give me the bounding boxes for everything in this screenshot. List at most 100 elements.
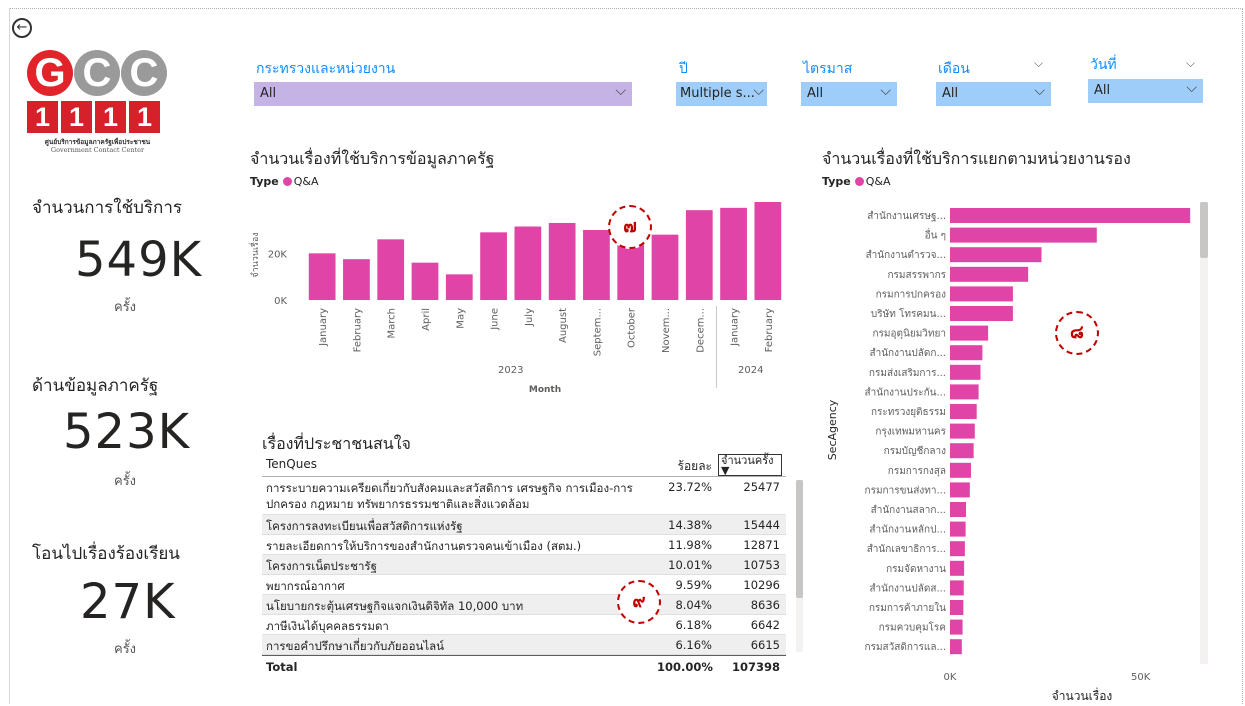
- slicer-month-title: เดือน: [938, 61, 970, 77]
- gcc-logo: G C C 1 1 1 1 ศูนย์บริการข้อมูลภาครัฐเพื…: [20, 48, 175, 176]
- chart1-bar: [651, 234, 679, 300]
- chart2-scrollbar[interactable]: [1200, 202, 1208, 664]
- chart1-xtick: January: [730, 308, 741, 347]
- chart2-bar: [950, 384, 979, 400]
- chart2-bar: [950, 443, 974, 459]
- slicer-month-dropdown[interactable]: All ⌵: [936, 82, 1051, 106]
- total-count: 107398: [731, 660, 780, 674]
- row-count: 25477: [743, 480, 780, 494]
- monthly-usage-chart: จำนวนเรื่อง 0K 20K January February March Apri…: [248, 202, 782, 395]
- slicer-quarter-value: All: [807, 86, 824, 101]
- chevron-down-icon: ⌵: [753, 83, 764, 99]
- chevron-down-icon: ⌵: [615, 83, 626, 99]
- row-count: 6615: [750, 638, 780, 652]
- annotation-marker-7: ๗: [608, 205, 652, 249]
- table-row[interactable]: นโยบายกระตุ้นเศรษฐกิจแจกเงินดิจิทัล 10,0…: [262, 595, 786, 615]
- table-row[interactable]: รายละเอียดการให้บริการของสำนักงานตรวจคนเ…: [262, 535, 786, 555]
- chart1-bar: [754, 202, 782, 300]
- chart2-bar: [950, 462, 971, 478]
- kpi-complaint-unit: ครั้ง: [114, 642, 137, 657]
- table-row[interactable]: การระบายความเครียดเกี่ยวกับสังคมและสวัสด…: [262, 477, 786, 515]
- chart1-year-label: 2024: [738, 365, 763, 376]
- chart1-ytick: 20K: [268, 249, 288, 260]
- col-header-question[interactable]: TenQues: [266, 457, 317, 471]
- chart1-xlabel: Month: [529, 385, 561, 395]
- slicer-year-dropdown[interactable]: Multiple s... ⌵: [676, 82, 767, 106]
- chart1-xtick: Novem...: [661, 308, 672, 353]
- row-question: ภาษีเงินได้บุคคลธรรมดา: [266, 619, 389, 633]
- chart1-bar: [308, 253, 336, 300]
- chart2-scroll-thumb[interactable]: [1200, 202, 1208, 258]
- chart1-xtick: February: [764, 308, 775, 352]
- chart1-bar: [720, 207, 747, 300]
- chart1-ytick: 0K: [274, 296, 287, 307]
- logo-digit: 1: [129, 101, 160, 133]
- slicer-date-dropdown[interactable]: All ⌵: [1088, 79, 1203, 103]
- chart2-bar: [950, 580, 964, 596]
- logo-letter-c2: C: [121, 50, 167, 96]
- table-scroll-thumb[interactable]: [796, 480, 803, 598]
- chart1-xtick: Decem...: [695, 308, 706, 353]
- chart1-bar: [343, 259, 370, 300]
- chart2-bar: [950, 208, 1191, 223]
- slicer-month-expand-icon[interactable]: ⌵: [1034, 56, 1043, 71]
- table-row[interactable]: พยากรณ์อากาศ 9.59% 10296: [262, 575, 786, 595]
- chart1-legend: Type Q&A: [250, 175, 318, 188]
- chart2-ytick: กระทรวงยุติธรรม: [871, 407, 946, 418]
- chart2-ytick: สำนักงานตำรวจ...: [866, 250, 946, 261]
- slicer-date-expand-icon[interactable]: ⌵: [1186, 56, 1195, 71]
- chart2-ytick: กรมสรรพากร: [888, 270, 947, 281]
- row-question: พยากรณ์อากาศ: [266, 579, 345, 593]
- table-row[interactable]: โครงการลงทะเบียนเพื่อสวัสดิการแห่งรัฐ 14.…: [262, 515, 786, 535]
- chart2-xtick: 50K: [1131, 672, 1151, 683]
- chart2-bar: [950, 482, 970, 498]
- chevron-down-icon: ⌵: [880, 83, 891, 99]
- logo-digit: 1: [95, 101, 126, 133]
- row-question: การขอคำปรึกษาเกี่ยวกับภัยออนไลน์: [266, 639, 445, 653]
- logo-letter-c1: C: [74, 50, 120, 96]
- row-percent: 8.04%: [675, 598, 712, 612]
- row-count: 6642: [750, 618, 780, 632]
- table-body: การระบายความเครียดเกี่ยวกับสังคมและสวัสด…: [262, 477, 786, 655]
- slicer-quarter-dropdown[interactable]: All ⌵: [801, 82, 897, 106]
- row-question: รายละเอียดการให้บริการของสำนักงานตรวจคนเ…: [266, 539, 582, 553]
- chart2-ytick: กรมการขนส่งทา...: [865, 485, 946, 496]
- kpi-total-value: 549K: [75, 232, 203, 288]
- chart1-bar: [514, 226, 542, 300]
- chart2-ytick: กรมบัญชีกลาง: [884, 445, 946, 457]
- logo-english-name: Government Contact Center: [50, 146, 145, 154]
- chevron-down-icon: ⌵: [1186, 80, 1197, 96]
- chart1-bar: [583, 230, 610, 300]
- chart2-ytick: กรุงเทพมหานคร: [875, 427, 946, 438]
- row-count: 12871: [743, 538, 780, 552]
- table-header: TenQues ร้อยละ จำนวนครั้ง ▼: [262, 452, 786, 477]
- col-header-percent[interactable]: ร้อยละ: [657, 457, 712, 476]
- table-row[interactable]: การขอคำปรึกษาเกี่ยวกับภัยออนไลน์ 6.16% 661…: [262, 635, 786, 655]
- table-row[interactable]: โครงการเน็ตประชารัฐ 10.01% 10753: [262, 555, 786, 575]
- chart1-xtick: October: [627, 307, 638, 348]
- row-question: โครงการเน็ตประชารัฐ: [266, 559, 377, 573]
- total-percent: 100.00%: [657, 660, 713, 674]
- col-header-count[interactable]: จำนวนครั้ง ▼: [718, 454, 782, 476]
- chart1-xtick: April: [421, 308, 432, 331]
- slicer-ministry-dropdown[interactable]: All ⌵: [254, 82, 632, 106]
- row-percent: 9.59%: [675, 578, 712, 592]
- kpi-complaint-value: 27K: [80, 574, 176, 630]
- table-row[interactable]: ภาษีเงินได้บุคคลธรรมดา 6.18% 6642: [262, 615, 786, 635]
- total-label: Total: [266, 660, 298, 674]
- chart1-bar: [548, 223, 576, 300]
- chart2-ytick: อื่น ๆ: [925, 228, 946, 242]
- chart2-bar: [950, 404, 977, 419]
- row-percent: 14.38%: [668, 518, 712, 532]
- chart2-bar: [950, 619, 963, 635]
- chart1-bar: [411, 262, 439, 300]
- chart1-bar: [445, 274, 473, 300]
- chart1-xtick: January: [318, 308, 329, 347]
- back-arrow-icon[interactable]: ←: [12, 18, 32, 38]
- chevron-down-icon: ⌵: [1034, 83, 1045, 99]
- chart2-bar: [950, 600, 964, 615]
- kpi-total-label: จำนวนการใช้บริการ: [32, 198, 182, 218]
- row-question: นโยบายกระตุ้นเศรษฐกิจแจกเงินดิจิทัล 10,0…: [266, 599, 524, 613]
- chart2-ytick: กรมส่งเสริมการ...: [869, 368, 946, 379]
- chart2-bar: [950, 286, 1013, 302]
